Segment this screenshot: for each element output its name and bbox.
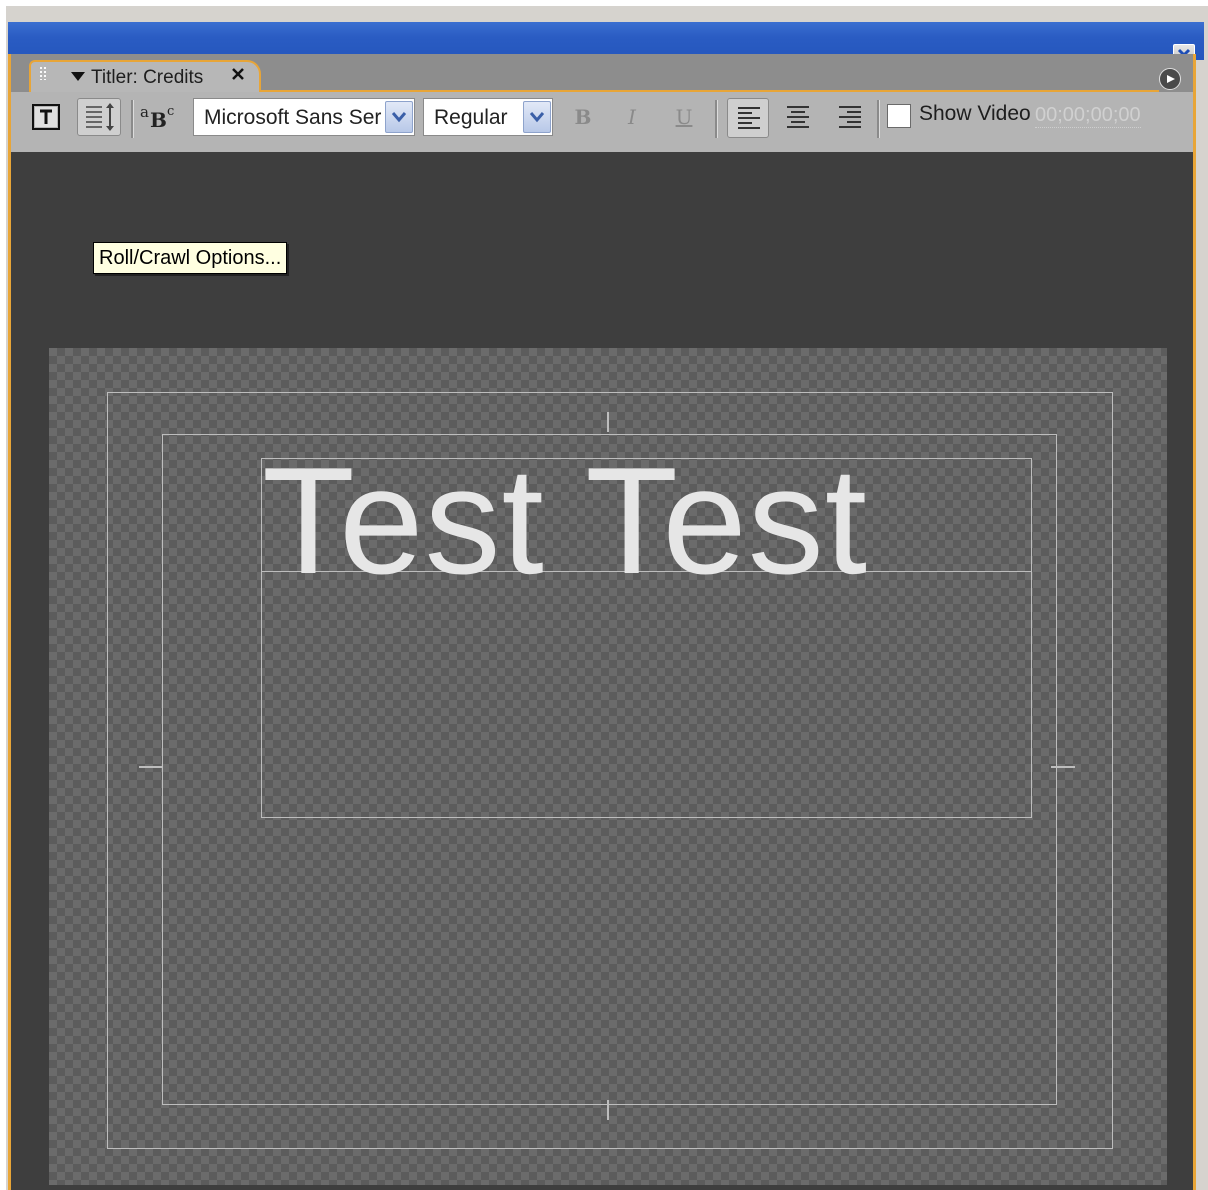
font-style-select[interactable]: Regular: [423, 98, 553, 136]
roll-crawl-tooltip: Roll/Crawl Options...: [93, 242, 288, 274]
text-object-box[interactable]: Test Test: [261, 445, 1032, 818]
panel-tab-strip: Titler: Credits: [11, 54, 1193, 92]
svg-text:c: c: [167, 104, 174, 119]
bold-button[interactable]: B: [568, 102, 598, 132]
font-browser-button[interactable]: a B c: [137, 100, 181, 134]
tab-titler-credits[interactable]: Titler: Credits: [29, 60, 261, 92]
font-family-dropdown-button[interactable]: [385, 101, 413, 133]
toolbar-separator: [877, 100, 880, 138]
panel-menu-button[interactable]: [1159, 68, 1181, 90]
chevron-down-icon: [392, 112, 406, 123]
text-tool-icon: [32, 104, 60, 130]
chevron-down-icon: [530, 112, 544, 123]
underline-button[interactable]: U: [669, 102, 699, 132]
type-tool-button[interactable]: [31, 102, 63, 132]
titler-toolbar: a B c Microsoft Sans Serif Regular B I U: [11, 92, 1193, 152]
show-video-label: Show Video: [919, 102, 1031, 125]
toolbar-separator: [715, 100, 718, 138]
title-text[interactable]: Test Test: [262, 445, 868, 597]
tab-close-icon[interactable]: [231, 67, 245, 81]
center-tick-top: [607, 412, 609, 432]
align-center-button[interactable]: [777, 98, 819, 138]
italic-button[interactable]: I: [617, 102, 647, 132]
titler-panel: Titler: Credits a B c Microsoft Sans Ser…: [8, 54, 1196, 1190]
svg-text:a: a: [140, 103, 149, 121]
roll-crawl-options-button[interactable]: [77, 98, 121, 136]
align-center-icon: [787, 106, 809, 128]
font-browser-icon: a B c: [140, 103, 174, 132]
tab-label: Titler: Credits: [91, 67, 204, 88]
title-work-area: Test Test Roll/Crawl Options...: [11, 152, 1193, 1190]
toolbar-separator: [131, 100, 134, 138]
center-tick-right: [1051, 766, 1075, 768]
roll-crawl-icon: [86, 103, 114, 131]
panel-menu-icon: [1167, 75, 1175, 83]
triangle-down-icon[interactable]: [71, 72, 85, 82]
font-style-value: Regular: [434, 106, 508, 129]
font-style-dropdown-button[interactable]: [523, 101, 551, 133]
align-right-button[interactable]: [829, 98, 871, 138]
drag-grip-icon[interactable]: [39, 66, 47, 80]
align-right-icon: [839, 106, 861, 128]
center-tick-bottom: [607, 1100, 609, 1120]
svg-text:B: B: [150, 108, 167, 132]
font-family-select[interactable]: Microsoft Sans Serif: [193, 98, 415, 136]
timecode-field[interactable]: 00;00;00;00: [1035, 104, 1141, 128]
show-video-checkbox[interactable]: [887, 104, 911, 128]
align-left-icon: [738, 107, 760, 129]
font-family-value: Microsoft Sans Serif: [204, 106, 382, 129]
title-canvas[interactable]: Test Test: [49, 348, 1167, 1185]
center-tick-left: [139, 766, 163, 768]
align-left-button[interactable]: [727, 98, 769, 138]
